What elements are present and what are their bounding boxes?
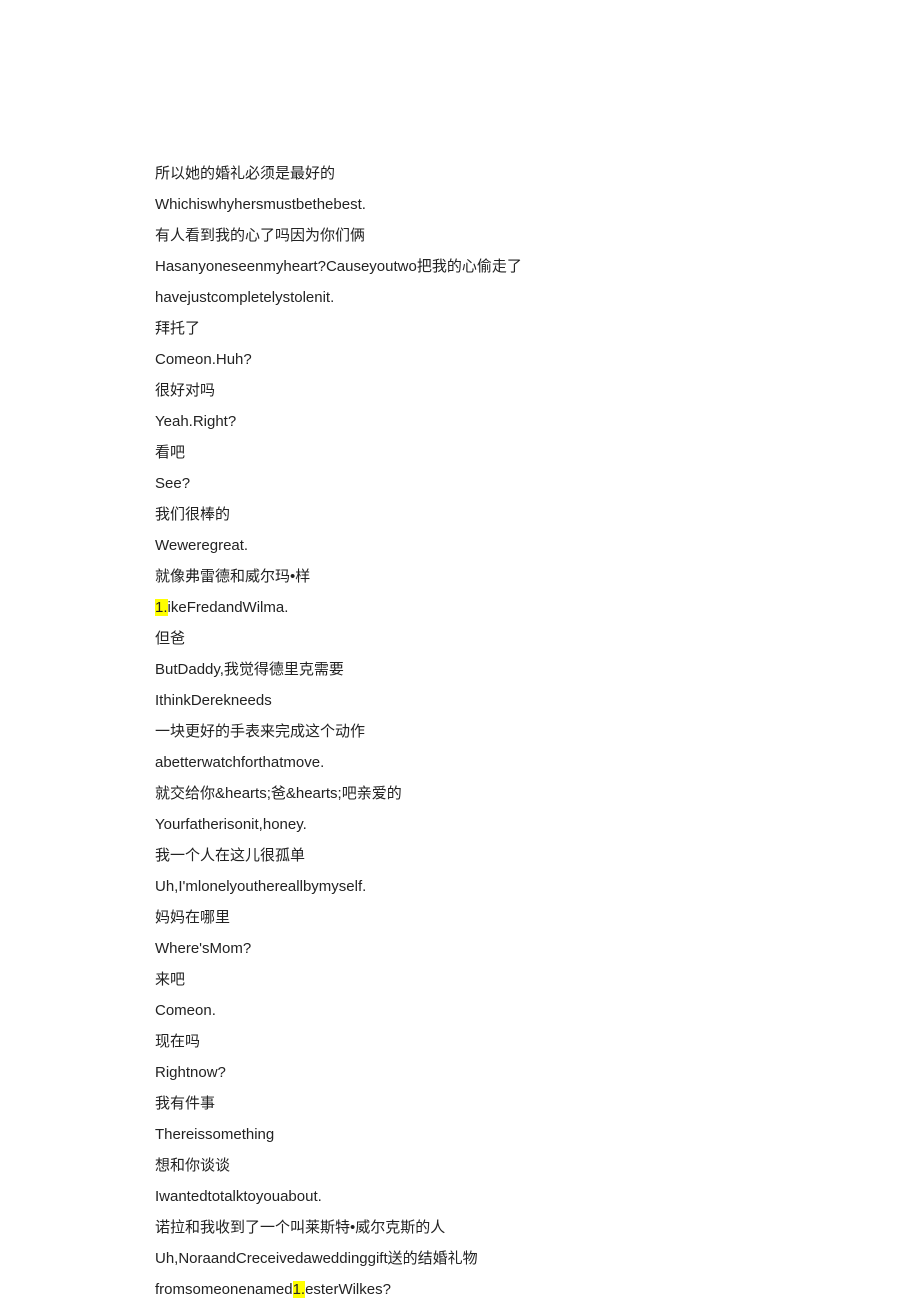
text-line: Where'sMom? [155, 935, 920, 962]
text-run: Comeon.Huh? [155, 351, 252, 368]
text-run: 有人看到我的心了吗因为你们俩 [155, 227, 365, 244]
text-run: Iwantedtotalktoyouabout. [155, 1188, 322, 1205]
text-line: ButDaddy,我觉得德里克需要 [155, 656, 920, 683]
text-run: Weweregreat. [155, 537, 248, 554]
text-line: Iwantedtotalktoyouabout. [155, 1183, 920, 1210]
text-line: Comeon.Huh? [155, 346, 920, 373]
text-run: 现在吗 [155, 1033, 200, 1050]
text-run: 诺拉和我收到了一个叫莱斯特•威尔克斯的人 [155, 1219, 445, 1236]
text-line: IthinkDerekneeds [155, 687, 920, 714]
text-line: abetterwatchforthatmove. [155, 749, 920, 776]
text-line: 我一个人在这儿很孤单 [155, 842, 920, 869]
text-line: havejustcompletelystolenit. [155, 284, 920, 311]
text-line: 我有件事 [155, 1090, 920, 1117]
text-run: ikeFredandWilma. [168, 599, 289, 616]
text-run: 一块更好的手表来完成这个动作 [155, 723, 365, 740]
text-run: 我有件事 [155, 1095, 215, 1112]
text-run: fromsomeonenamed [155, 1281, 293, 1298]
text-line: Weweregreat. [155, 532, 920, 559]
text-line: 但爸 [155, 625, 920, 652]
text-run: havejustcompletelystolenit. [155, 289, 334, 306]
highlight: 1. [155, 599, 168, 616]
text-line: 现在吗 [155, 1028, 920, 1055]
highlight: 1. [293, 1281, 306, 1298]
text-line: 有人看到我的心了吗因为你们俩 [155, 222, 920, 249]
text-run: Where'sMom? [155, 940, 251, 957]
text-line: Yourfatherisonit,honey. [155, 811, 920, 838]
text-run: 就交给你&hearts;爸&hearts;吧亲爱的 [155, 785, 402, 802]
text-run: Comeon. [155, 1002, 216, 1019]
text-line: Uh,I'mlonelyouthereallbymyself. [155, 873, 920, 900]
text-run: 但爸 [155, 630, 185, 647]
text-run: 我们很棒的 [155, 506, 230, 523]
text-line: 就交给你&hearts;爸&hearts;吧亲爱的 [155, 780, 920, 807]
text-run: 很好对吗 [155, 382, 215, 399]
text-run: Uh,NoraandCreceivedaweddinggift送的结婚礼物 [155, 1250, 478, 1267]
text-line: Uh,NoraandCreceivedaweddinggift送的结婚礼物 [155, 1245, 920, 1272]
text-line: See? [155, 470, 920, 497]
text-run: See? [155, 475, 190, 492]
text-run: Rightnow? [155, 1064, 226, 1081]
text-line: 我们很棒的 [155, 501, 920, 528]
text-run: 所以她的婚礼必须是最好的 [155, 165, 335, 182]
text-run: Hasanyoneseenmyheart?Causeyoutwo把我的心偷走了 [155, 258, 522, 275]
text-line: 来吧 [155, 966, 920, 993]
text-run: 看吧 [155, 444, 185, 461]
text-line: Hasanyoneseenmyheart?Causeyoutwo把我的心偷走了 [155, 253, 920, 280]
text-run: IthinkDerekneeds [155, 692, 272, 709]
text-line: 妈妈在哪里 [155, 904, 920, 931]
text-line: fromsomeonenamed1.esterWilkes? [155, 1276, 920, 1303]
text-line: 看吧 [155, 439, 920, 466]
text-line: Thereissomething [155, 1121, 920, 1148]
text-run: 来吧 [155, 971, 185, 988]
text-run: Thereissomething [155, 1126, 274, 1143]
text-line: 所以她的婚礼必须是最好的 [155, 160, 920, 187]
text-run: 想和你谈谈 [155, 1157, 230, 1174]
text-line: 就像弗雷德和威尔玛•样 [155, 563, 920, 590]
text-run: Whichiswhyhersmustbethebest. [155, 196, 366, 213]
text-line: 一块更好的手表来完成这个动作 [155, 718, 920, 745]
document-body: 所以她的婚礼必须是最好的 Whichiswhyhersmustbethebest.… [0, 0, 920, 1303]
text-run: Yeah.Right? [155, 413, 236, 430]
text-line: Comeon. [155, 997, 920, 1024]
text-line: Whichiswhyhersmustbethebest. [155, 191, 920, 218]
text-run: abetterwatchforthatmove. [155, 754, 324, 771]
text-line: Rightnow? [155, 1059, 920, 1086]
text-line: 想和你谈谈 [155, 1152, 920, 1179]
text-run: Uh,I'mlonelyouthereallbymyself. [155, 878, 366, 895]
text-run: 就像弗雷德和威尔玛•样 [155, 568, 310, 585]
text-run: 拜托了 [155, 320, 200, 337]
text-run: Yourfatherisonit,honey. [155, 816, 307, 833]
text-line: 很好对吗 [155, 377, 920, 404]
text-run: 妈妈在哪里 [155, 909, 230, 926]
text-line: 拜托了 [155, 315, 920, 342]
text-line: 1.ikeFredandWilma. [155, 594, 920, 621]
text-run: 我一个人在这儿很孤单 [155, 847, 305, 864]
text-run: esterWilkes? [305, 1281, 391, 1298]
text-line: 诺拉和我收到了一个叫莱斯特•威尔克斯的人 [155, 1214, 920, 1241]
text-line: Yeah.Right? [155, 408, 920, 435]
text-run: ButDaddy,我觉得德里克需要 [155, 661, 344, 678]
